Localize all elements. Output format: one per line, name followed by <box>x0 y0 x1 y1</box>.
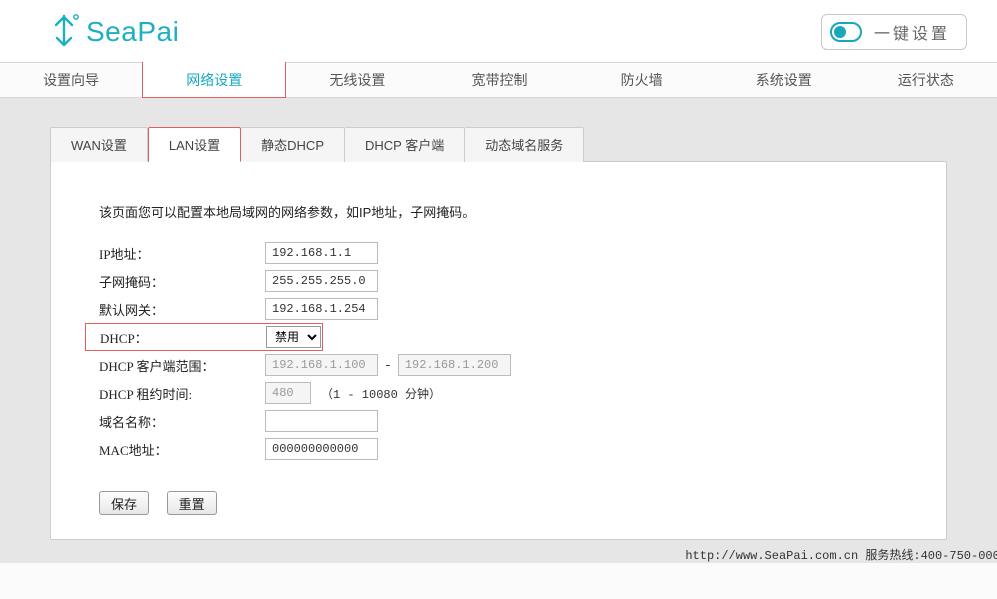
reset-button[interactable]: 重置 <box>167 491 217 515</box>
footer-hotline-label: 服务热线: <box>865 549 920 563</box>
row-mac: MAC地址： <box>99 435 946 463</box>
content-wrap: WAN设置 LAN设置 静态DHCP DHCP 客户端 动态域名服务 该页面您可… <box>0 98 997 563</box>
logo-text: SeaPai <box>86 16 179 48</box>
input-gateway[interactable] <box>265 298 378 320</box>
button-row: 保存 重置 <box>99 491 946 515</box>
tab-dhcp-client[interactable]: DHCP 客户端 <box>345 127 465 162</box>
input-range-end <box>398 354 511 376</box>
row-dhcp: DHCP： 禁用 <box>85 323 323 351</box>
row-lease: DHCP 租约时间: （1 - 10080 分钟） <box>99 379 946 407</box>
label-mask: 子网掩码： <box>99 272 265 291</box>
footer: http://www.SeaPai.com.cn 服务热线:400-750-00… <box>50 540 997 563</box>
toggle-icon <box>830 22 862 42</box>
row-dhcp-range: DHCP 客户端范围： - <box>99 351 946 379</box>
label-dhcp: DHCP： <box>100 328 266 347</box>
row-ip: IP地址： <box>99 239 946 267</box>
label-gateway: 默认网关： <box>99 300 265 319</box>
tab-static-dhcp[interactable]: 静态DHCP <box>241 127 345 162</box>
save-button[interactable]: 保存 <box>99 491 149 515</box>
label-dhcp-range: DHCP 客户端范围： <box>99 356 265 375</box>
nav-network-settings[interactable]: 网络设置 <box>142 62 286 98</box>
header: SeaPai 一键设置 <box>0 0 997 62</box>
label-mac: MAC地址： <box>99 440 265 459</box>
lease-hint: （1 - 10080 分钟） <box>321 385 441 402</box>
input-ip[interactable] <box>265 242 378 264</box>
input-lease <box>265 382 311 404</box>
footer-url: http://www.SeaPai.com.cn <box>685 549 858 563</box>
label-lease: DHCP 租约时间: <box>99 384 265 403</box>
footer-hotline-value: 400-750-0001 <box>921 549 997 563</box>
main-nav: 设置向导 网络设置 无线设置 宽带控制 防火墙 系统设置 运行状态 <box>0 62 997 98</box>
tab-wan-settings[interactable]: WAN设置 <box>50 127 148 162</box>
settings-panel: 该页面您可以配置本地局域网的网络参数，如IP地址，子网掩码。 IP地址： 子网掩… <box>50 161 947 540</box>
nav-bandwidth-control[interactable]: 宽带控制 <box>428 63 570 97</box>
nav-running-status[interactable]: 运行状态 <box>855 63 997 97</box>
sub-nav: WAN设置 LAN设置 静态DHCP DHCP 客户端 动态域名服务 <box>50 126 997 161</box>
range-separator: - <box>384 358 392 373</box>
row-gateway: 默认网关： <box>99 295 946 323</box>
page-body: WAN设置 LAN设置 静态DHCP DHCP 客户端 动态域名服务 该页面您可… <box>0 98 997 563</box>
oneclick-label: 一键设置 <box>874 20 950 44</box>
panel-description: 该页面您可以配置本地局域网的网络参数，如IP地址，子网掩码。 <box>99 202 946 221</box>
nav-wireless-settings[interactable]: 无线设置 <box>286 63 428 97</box>
input-range-start <box>265 354 378 376</box>
nav-system-settings[interactable]: 系统设置 <box>713 63 855 97</box>
oneclick-setup-button[interactable]: 一键设置 <box>821 14 967 50</box>
select-dhcp[interactable]: 禁用 <box>266 326 321 348</box>
label-domain: 域名名称： <box>99 412 265 431</box>
input-mask[interactable] <box>265 270 378 292</box>
tab-lan-settings[interactable]: LAN设置 <box>148 127 241 162</box>
nav-firewall[interactable]: 防火墙 <box>571 63 713 97</box>
row-mask: 子网掩码： <box>99 267 946 295</box>
row-domain: 域名名称： <box>99 407 946 435</box>
tab-ddns[interactable]: 动态域名服务 <box>465 127 584 162</box>
input-domain[interactable] <box>265 410 378 432</box>
nav-setup-wizard[interactable]: 设置向导 <box>0 63 142 97</box>
label-ip: IP地址： <box>99 244 265 263</box>
input-mac[interactable] <box>265 438 378 460</box>
logo-icon <box>48 12 82 52</box>
logo: SeaPai <box>48 12 179 52</box>
